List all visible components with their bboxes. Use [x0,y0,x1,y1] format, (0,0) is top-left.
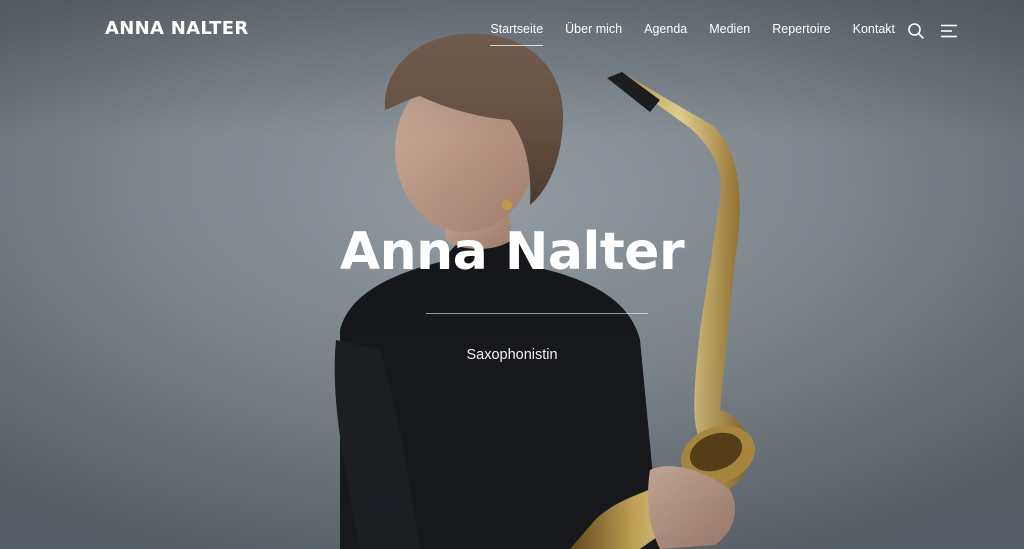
site-title-link[interactable]: ANNA NALTER [105,18,248,39]
nav-item-medien[interactable]: Medien [709,22,750,42]
search-icon [908,23,924,39]
search-button[interactable] [907,22,925,40]
hero-section: ANNA NALTER Startseite Über mich Agenda … [0,0,1024,549]
nav-item-agenda[interactable]: Agenda [644,22,687,42]
nav-item-kontakt[interactable]: Kontakt [853,22,895,42]
hero-title: Anna Nalter [339,222,685,282]
nav-item-repertoire[interactable]: Repertoire [772,22,830,42]
menu-icon [941,24,957,38]
hero-divider [426,313,648,314]
hero-subtitle: Saxophonistin [466,347,558,363]
nav-item-startseite[interactable]: Startseite [490,22,543,46]
main-navigation: Startseite Über mich Agenda Medien Reper… [490,22,895,46]
nav-item-ueber-mich[interactable]: Über mich [565,22,622,42]
menu-toggle-button[interactable] [940,22,958,40]
